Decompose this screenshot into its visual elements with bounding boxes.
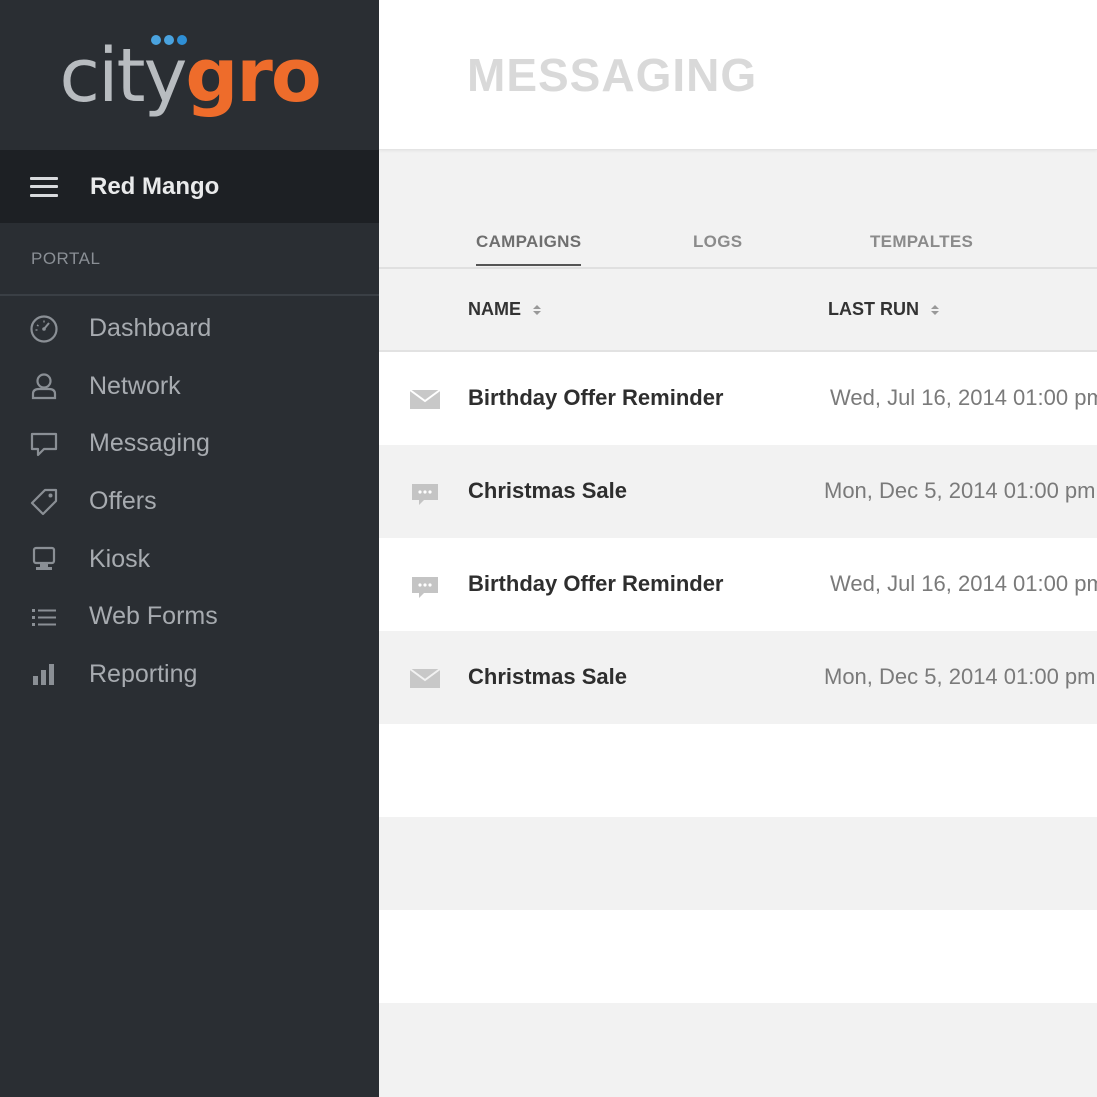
- speech-bubble-icon: [28, 428, 60, 460]
- page-header: MESSAGING: [379, 0, 1097, 150]
- citygro-logo[interactable]: citygro: [59, 35, 322, 113]
- logo-text-gro: gro: [185, 33, 321, 119]
- email-icon: [409, 663, 441, 693]
- account-name[interactable]: Red Mango: [90, 173, 219, 201]
- table-row[interactable]: Christmas Sale Mon, Dec 5, 2014 01:00 pm: [379, 445, 1097, 538]
- hamburger-menu-icon[interactable]: [30, 176, 58, 197]
- empty-row: [379, 817, 1097, 910]
- email-icon: [409, 384, 441, 414]
- bar-chart-icon: [28, 658, 60, 690]
- portal-section-label: PORTAL: [0, 223, 379, 296]
- sidebar-item-offers[interactable]: Offers: [0, 473, 379, 531]
- dashboard-gauge-icon: [28, 313, 60, 345]
- sidebar-item-reporting[interactable]: Reporting: [0, 646, 379, 704]
- table-header: NAME LAST RUN: [379, 269, 1097, 352]
- logo-text-city: city: [59, 33, 187, 119]
- sidebar-item-label: Kiosk: [89, 544, 151, 573]
- logo-dots-icon: [151, 35, 188, 45]
- campaign-last-run: Mon, Dec 5, 2014 01:00 pm: [824, 664, 1096, 689]
- list-icon: [28, 601, 60, 633]
- empty-row: [379, 724, 1097, 817]
- sort-arrows-icon: [533, 304, 541, 315]
- sidebar-item-web-forms[interactable]: Web Forms: [0, 588, 379, 646]
- logo-area: citygro: [0, 0, 379, 150]
- sidebar-nav: Dashboard Network Messaging Offers Kiosk: [0, 296, 379, 703]
- campaign-last-run: Wed, Jul 16, 2014 01:00 pm: [830, 385, 1097, 410]
- campaign-name: Birthday Offer Reminder: [468, 571, 724, 596]
- campaign-table-body: Birthday Offer Reminder Wed, Jul 16, 201…: [379, 352, 1097, 1096]
- tab-templates[interactable]: TEMPALTES: [870, 232, 973, 264]
- sidebar-item-dashboard[interactable]: Dashboard: [0, 300, 379, 358]
- monitor-icon: [28, 543, 60, 575]
- sidebar-item-label: Reporting: [89, 659, 198, 688]
- tab-bar: CAMPAIGNS LOGS TEMPALTES: [379, 222, 1097, 269]
- tab-logs[interactable]: LOGS: [693, 232, 742, 264]
- main-content: MESSAGING CAMPAIGNS LOGS TEMPALTES NAME …: [379, 0, 1097, 1097]
- table-row[interactable]: Birthday Offer Reminder Wed, Jul 16, 201…: [379, 538, 1097, 631]
- sidebar-item-kiosk[interactable]: Kiosk: [0, 530, 379, 588]
- tag-icon: [28, 486, 60, 518]
- campaign-name: Christmas Sale: [468, 478, 627, 503]
- sort-arrows-icon: [931, 304, 939, 315]
- column-header-last-run[interactable]: LAST RUN: [828, 299, 939, 320]
- sidebar-item-network[interactable]: Network: [0, 358, 379, 416]
- sidebar-item-label: Web Forms: [89, 602, 218, 631]
- tab-campaigns[interactable]: CAMPAIGNS: [476, 232, 582, 266]
- campaign-name: Christmas Sale: [468, 664, 627, 689]
- empty-row: [379, 910, 1097, 1003]
- table-row[interactable]: Christmas Sale Mon, Dec 5, 2014 01:00 pm: [379, 631, 1097, 724]
- sidebar: citygro Red Mango PORTAL Dashboard Netwo…: [0, 0, 379, 1097]
- user-icon: [28, 370, 60, 402]
- column-header-label: LAST RUN: [828, 299, 919, 319]
- campaign-last-run: Mon, Dec 5, 2014 01:00 pm: [824, 478, 1096, 503]
- empty-row: [379, 1003, 1097, 1096]
- sidebar-item-messaging[interactable]: Messaging: [0, 415, 379, 473]
- sms-icon: [409, 570, 441, 600]
- column-header-name[interactable]: NAME: [468, 299, 541, 320]
- sidebar-item-label: Offers: [89, 487, 157, 516]
- sidebar-item-label: Dashboard: [89, 314, 212, 343]
- campaign-name: Birthday Offer Reminder: [468, 385, 724, 410]
- page-title: MESSAGING: [467, 48, 758, 101]
- account-bar: Red Mango: [0, 150, 379, 223]
- sidebar-item-label: Network: [89, 371, 181, 400]
- sms-icon: [409, 477, 441, 507]
- column-header-label: NAME: [468, 299, 521, 319]
- table-row[interactable]: Birthday Offer Reminder Wed, Jul 16, 201…: [379, 352, 1097, 445]
- sidebar-item-label: Messaging: [89, 429, 210, 458]
- campaign-last-run: Wed, Jul 16, 2014 01:00 pm: [830, 571, 1097, 596]
